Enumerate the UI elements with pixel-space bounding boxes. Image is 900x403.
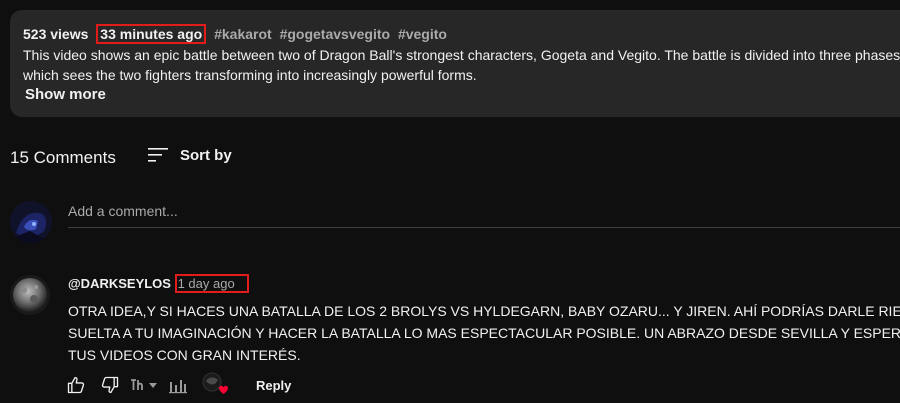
comment-text: OTRA IDEA,Y SI HACES UNA BATALLA DE LOS … xyxy=(68,300,900,366)
description-panel[interactable]: 523 views 33 minutes ago #kakarot #goget… xyxy=(10,10,900,117)
like-button[interactable] xyxy=(64,373,88,397)
description-text: This video shows an epic battle between … xyxy=(23,45,900,85)
avatar-image xyxy=(10,275,50,315)
dislike-button[interactable] xyxy=(98,373,122,397)
comment-line: TUS VIDEOS CON GRAN INTERÉS. xyxy=(68,347,301,363)
commenter-avatar[interactable] xyxy=(10,275,50,315)
comment-header: @DARKSEYLOS 1 day ago xyxy=(68,274,249,293)
hashtag-link[interactable]: #kakarot xyxy=(214,26,272,42)
sort-icon xyxy=(148,148,168,162)
description-line: This video shows an epic battle between … xyxy=(23,47,900,63)
thumb-down-icon xyxy=(101,376,119,394)
sort-by-label: Sort by xyxy=(180,146,232,164)
bar-chart-icon xyxy=(169,380,187,394)
creator-heart xyxy=(200,371,230,399)
show-more-button[interactable]: Show more xyxy=(25,86,106,103)
comment-author[interactable]: @DARKSEYLOS xyxy=(68,276,171,291)
video-page: 523 views 33 minutes ago #kakarot #goget… xyxy=(0,0,900,403)
sort-by-button[interactable]: Sort by xyxy=(148,146,232,164)
comment-line: OTRA IDEA,Y SI HACES UNA BATALLA DE LOS … xyxy=(68,303,900,319)
hashtag-link[interactable]: #gogetavsvegito xyxy=(280,26,390,42)
reply-button[interactable]: Reply xyxy=(256,378,291,393)
comments-count: 15 Comments xyxy=(10,148,116,167)
hashtag-link[interactable]: #vegito xyxy=(398,26,447,42)
comment-line: SUELTA A TU IMAGINACIÓN Y HACER LA BATAL… xyxy=(68,325,900,341)
translate-button[interactable] xyxy=(128,373,162,397)
comment-actions: Reply xyxy=(64,371,291,399)
view-count: 523 views xyxy=(23,26,89,42)
add-comment-input[interactable]: Add a comment... xyxy=(68,203,900,228)
translate-icon xyxy=(131,379,157,390)
creator-heart-icon xyxy=(202,372,228,394)
description-meta: 523 views 33 minutes ago #kakarot #goget… xyxy=(23,24,447,44)
description-line: which sees the two fighters transforming… xyxy=(23,67,477,83)
upload-time: 33 minutes ago xyxy=(96,24,207,44)
avatar-image xyxy=(10,201,52,243)
thumb-up-icon xyxy=(67,376,85,394)
comment-time[interactable]: 1 day ago xyxy=(174,274,249,293)
user-avatar xyxy=(10,201,52,243)
stats-button[interactable] xyxy=(166,373,190,397)
